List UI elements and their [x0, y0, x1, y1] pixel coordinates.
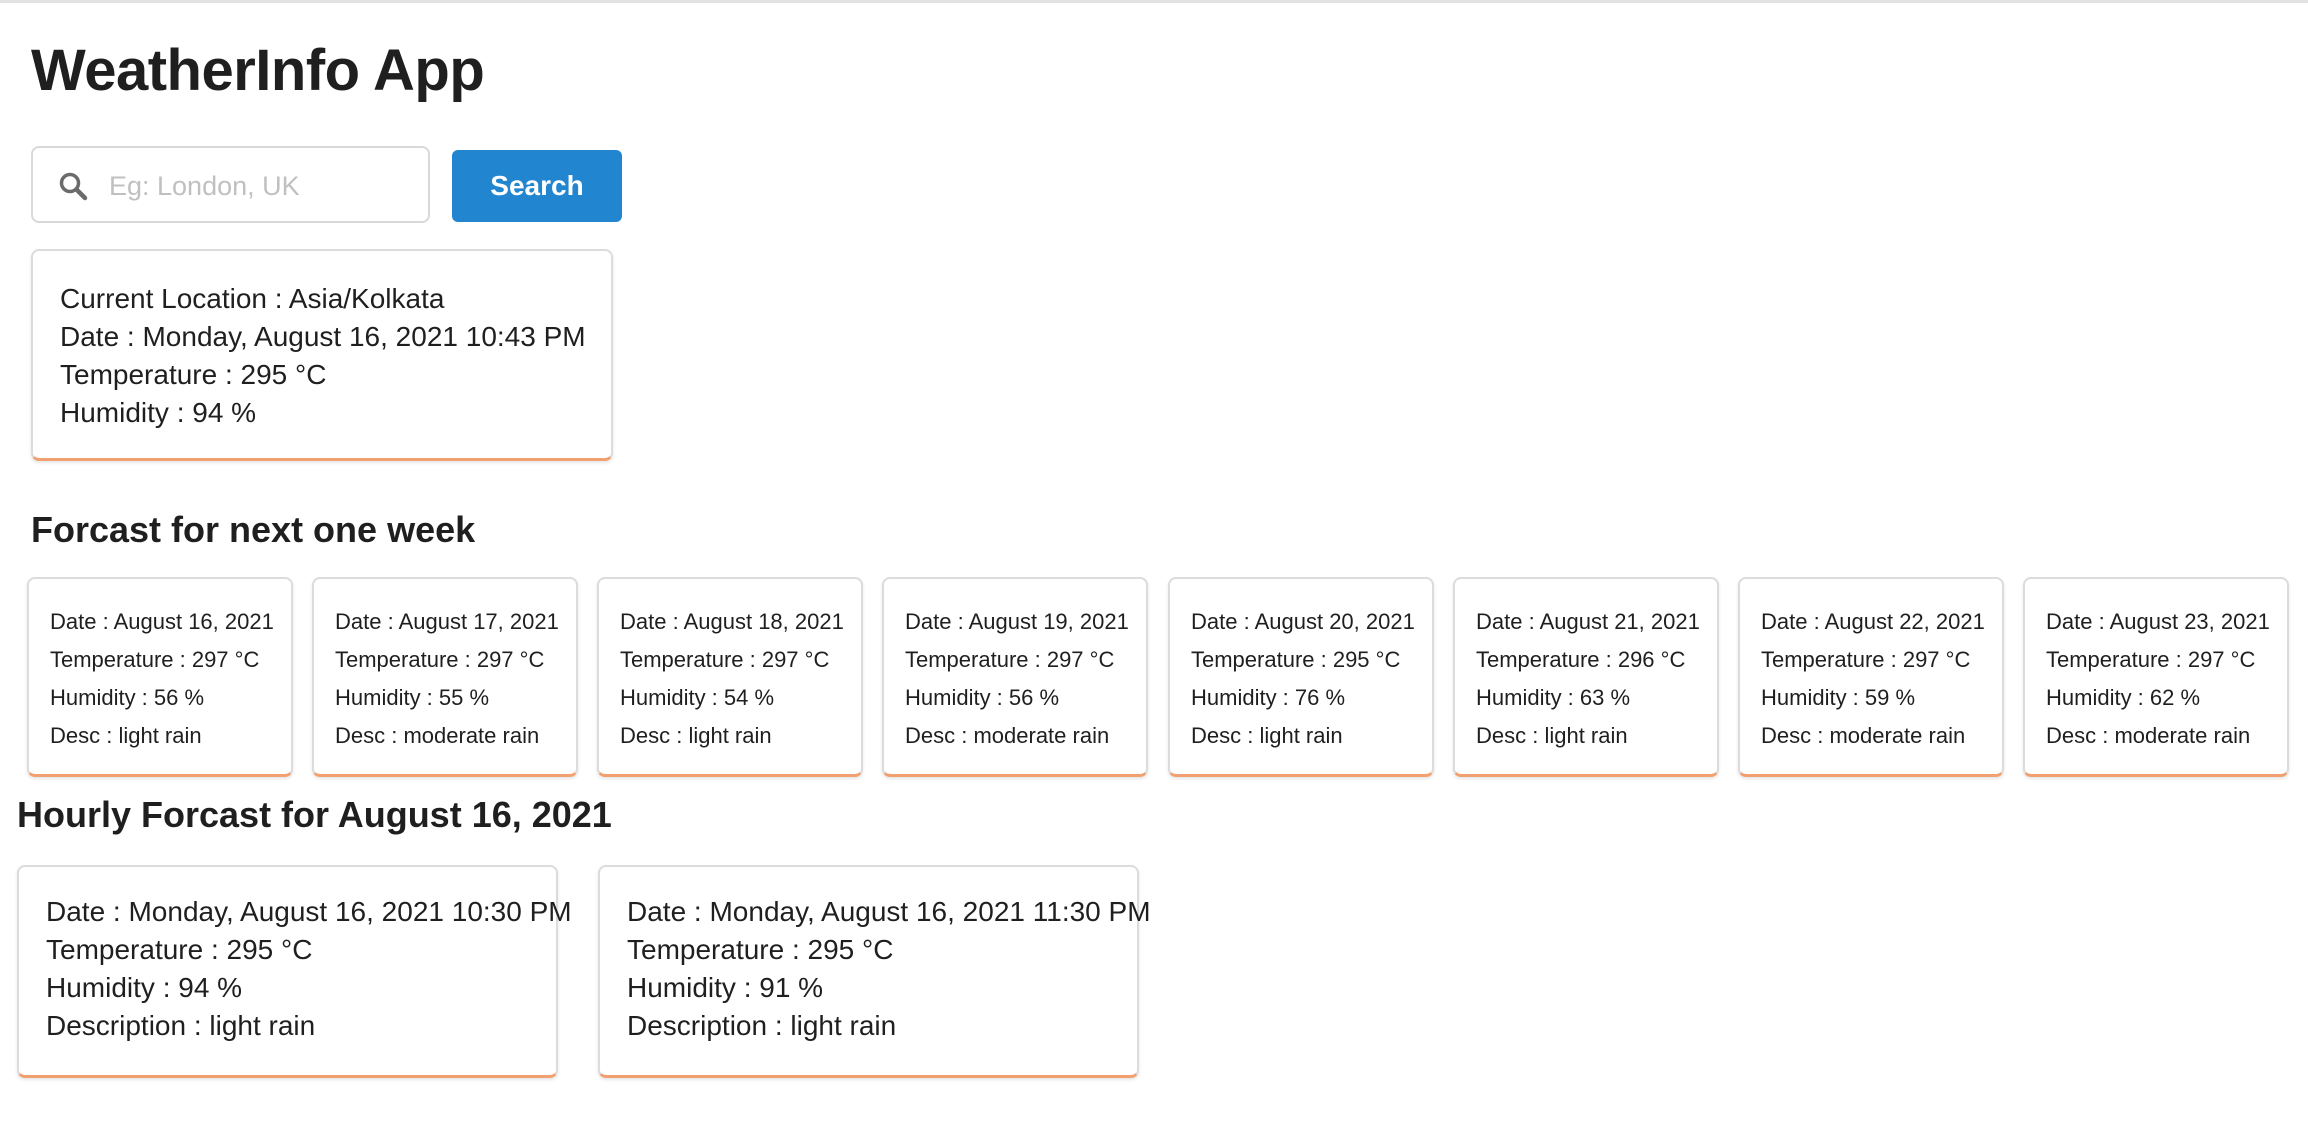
forecast-date: Date : August 20, 2021	[1191, 609, 1415, 634]
forecast-humidity: Humidity : 63 %	[1476, 685, 1631, 710]
forecast-temperature: Temperature : 297 °C	[2046, 647, 2256, 672]
current-humidity: Humidity : 94 %	[60, 397, 257, 428]
hourly-description: Description : light rain	[627, 1010, 897, 1041]
search-box[interactable]	[31, 146, 430, 223]
forecast-day-card: Date : August 16, 2021 Temperature : 297…	[27, 577, 293, 777]
forecast-temperature: Temperature : 297 °C	[905, 647, 1115, 672]
forecast-temperature: Temperature : 297 °C	[1761, 647, 1971, 672]
hourly-date: Date : Monday, August 16, 2021 11:30 PM	[627, 896, 1151, 927]
forecast-day-card: Date : August 20, 2021 Temperature : 295…	[1168, 577, 1434, 777]
forecast-temperature: Temperature : 295 °C	[1191, 647, 1401, 672]
forecast-temperature: Temperature : 296 °C	[1476, 647, 1686, 672]
forecast-humidity: Humidity : 56 %	[50, 685, 205, 710]
forecast-date: Date : August 21, 2021	[1476, 609, 1700, 634]
hourly-temperature: Temperature : 295 °C	[627, 934, 894, 965]
hourly-description: Description : light rain	[46, 1010, 316, 1041]
current-location: Current Location : Asia/Kolkata	[60, 283, 445, 314]
weekly-forecast-title: Forcast for next one week	[31, 509, 476, 550]
forecast-day-card: Date : August 22, 2021 Temperature : 297…	[1738, 577, 2004, 777]
forecast-date: Date : August 16, 2021	[50, 609, 274, 634]
forecast-description: Desc : light rain	[1191, 723, 1343, 748]
forecast-humidity: Humidity : 56 %	[905, 685, 1060, 710]
top-divider	[0, 0, 2308, 3]
hourly-date: Date : Monday, August 16, 2021 10:30 PM	[46, 896, 572, 927]
current-weather-card: Current Location : Asia/Kolkata Date : M…	[31, 249, 613, 461]
forecast-humidity: Humidity : 76 %	[1191, 685, 1346, 710]
hourly-forecast-card: Date : Monday, August 16, 2021 10:30 PM …	[17, 865, 572, 1078]
forecast-description: Desc : moderate rain	[335, 723, 540, 748]
forecast-date: Date : August 23, 2021	[2046, 609, 2270, 634]
hourly-humidity: Humidity : 94 %	[46, 972, 243, 1003]
forecast-temperature: Temperature : 297 °C	[50, 647, 260, 672]
hourly-humidity: Humidity : 91 %	[627, 972, 824, 1003]
forecast-humidity: Humidity : 62 %	[2046, 685, 2201, 710]
forecast-humidity: Humidity : 59 %	[1761, 685, 1916, 710]
forecast-description: Desc : moderate rain	[905, 723, 1110, 748]
hourly-forecast-title: Hourly Forcast for August 16, 2021	[17, 794, 612, 835]
forecast-description: Desc : moderate rain	[1761, 723, 1966, 748]
forecast-day-card: Date : August 23, 2021 Temperature : 297…	[2023, 577, 2289, 777]
forecast-date: Date : August 22, 2021	[1761, 609, 1985, 634]
current-date: Date : Monday, August 16, 2021 10:43 PM	[60, 321, 586, 352]
search-input[interactable]	[107, 158, 421, 214]
current-temperature: Temperature : 295 °C	[60, 359, 327, 390]
forecast-humidity: Humidity : 54 %	[620, 685, 775, 710]
forecast-day-card: Date : August 18, 2021 Temperature : 297…	[597, 577, 863, 777]
forecast-day-card: Date : August 17, 2021 Temperature : 297…	[312, 577, 578, 777]
forecast-date: Date : August 17, 2021	[335, 609, 559, 634]
forecast-date: Date : August 19, 2021	[905, 609, 1129, 634]
search-icon	[59, 172, 88, 201]
forecast-description: Desc : light rain	[1476, 723, 1628, 748]
forecast-description: Desc : moderate rain	[2046, 723, 2251, 748]
weekly-forecast-list: Date : August 16, 2021 Temperature : 297…	[27, 577, 2289, 777]
app-title: WeatherInfo App	[31, 38, 485, 103]
forecast-description: Desc : light rain	[620, 723, 772, 748]
forecast-day-card: Date : August 21, 2021 Temperature : 296…	[1453, 577, 1719, 777]
forecast-humidity: Humidity : 55 %	[335, 685, 490, 710]
forecast-temperature: Temperature : 297 °C	[620, 647, 830, 672]
forecast-description: Desc : light rain	[50, 723, 202, 748]
hourly-forecast-card: Date : Monday, August 16, 2021 11:30 PM …	[598, 865, 1151, 1078]
hourly-temperature: Temperature : 295 °C	[46, 934, 313, 965]
forecast-temperature: Temperature : 297 °C	[335, 647, 545, 672]
forecast-date: Date : August 18, 2021	[620, 609, 844, 634]
search-button[interactable]: Search	[452, 150, 622, 222]
forecast-day-card: Date : August 19, 2021 Temperature : 297…	[882, 577, 1148, 777]
